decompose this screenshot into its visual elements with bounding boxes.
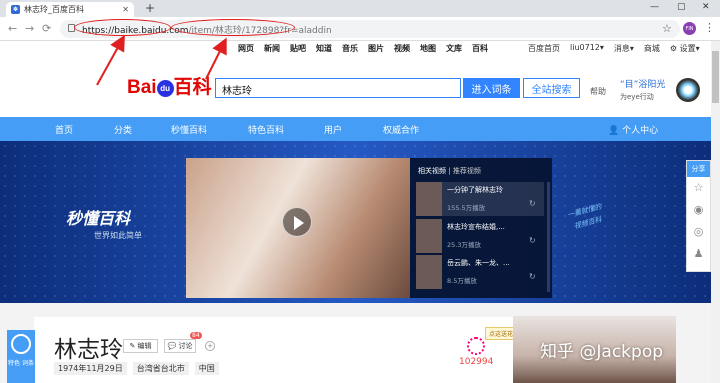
- profile-avatar[interactable]: FIN: [683, 22, 696, 35]
- page-scrollbar[interactable]: [711, 41, 720, 383]
- like-count: 102994: [459, 357, 494, 367]
- video-tabs: 相关视频 | 推荐视频: [418, 167, 481, 175]
- featured-entry-badge[interactable]: 特色 词条: [7, 330, 35, 383]
- maximize-button[interactable]: ▢: [677, 2, 686, 12]
- promo-link[interactable]: “目”浴阳光 为eye行动: [620, 79, 665, 103]
- miaodong-slogan: 世界如此简单: [94, 231, 142, 240]
- meta-country: 中国: [194, 362, 219, 375]
- link-zhidao[interactable]: 知道: [316, 43, 332, 54]
- nav-authority[interactable]: 权威合作: [383, 123, 419, 136]
- minimize-button[interactable]: —: [650, 2, 659, 12]
- replay-icon: ↻: [529, 236, 536, 245]
- link-web[interactable]: 网页: [238, 43, 254, 54]
- add-icon[interactable]: +: [205, 341, 215, 351]
- entry-meta: 1974年11月29日 台湾省台北市 中国: [54, 362, 219, 375]
- product-links: 网页 新闻 贴吧 知道 音乐 图片 视频 地图 文库 百科: [238, 43, 488, 54]
- paw-icon: ✽: [11, 5, 20, 14]
- feature-icon: [11, 334, 31, 354]
- zhihu-watermark: 知乎 @Jackpop: [540, 342, 664, 362]
- link-mall[interactable]: 商城: [644, 43, 660, 54]
- video-list-scrollbar[interactable]: [547, 182, 550, 292]
- close-window-button[interactable]: ✕: [702, 2, 710, 12]
- meta-birthday: 1974年11月29日: [54, 362, 127, 375]
- link-baike[interactable]: 百科: [472, 43, 488, 54]
- enter-entry-button[interactable]: 进入词条: [463, 78, 520, 98]
- link-map[interactable]: 地图: [420, 43, 436, 54]
- meta-birthplace: 台湾省台北市: [132, 362, 189, 375]
- browser-tab[interactable]: ✽ 林志玲_百度百科 ✕: [6, 2, 134, 17]
- settings-menu[interactable]: ⚙ 设置▾: [670, 43, 700, 54]
- tab-recommended-videos[interactable]: 推荐视频: [453, 167, 481, 175]
- tab-strip: ✽ 林志玲_百度百科 ✕ + — ▢ ✕: [0, 0, 720, 17]
- video-item[interactable]: 林志玲宣布结婚,... 25.3万播放 ↻: [416, 219, 544, 253]
- miaodong-logo: 秒懂百科: [66, 209, 131, 228]
- discuss-count-badge: 84: [190, 332, 202, 339]
- reload-icon[interactable]: ⟳: [42, 22, 51, 35]
- user-menu[interactable]: liu0712▾: [570, 43, 604, 54]
- annotation-circle-host: [74, 19, 171, 36]
- tab-related-videos[interactable]: 相关视频: [418, 167, 446, 175]
- site-search-button[interactable]: 全站搜索: [523, 78, 580, 98]
- link-tieba[interactable]: 贴吧: [290, 43, 306, 54]
- paw-icon: du: [156, 80, 174, 97]
- discuss-button[interactable]: 💬 讨论: [164, 339, 196, 353]
- search-input[interactable]: 林志玲: [215, 78, 461, 98]
- video-thumbnail: [416, 182, 442, 216]
- edit-button[interactable]: ✎ 编辑: [123, 339, 158, 353]
- user-links: 百度首页 liu0712▾ 消息▾ 商城 ⚙ 设置▾: [528, 43, 700, 54]
- flower-icon[interactable]: [467, 337, 485, 355]
- bookmark-star-icon[interactable]: ☆: [662, 22, 672, 35]
- nav-miaodong[interactable]: 秒懂百科: [171, 123, 207, 136]
- nav-category[interactable]: 分类: [114, 123, 132, 136]
- annotation-arrow-host: [96, 34, 125, 86]
- help-link[interactable]: 帮助: [590, 86, 606, 97]
- tab-title: 林志玲_百度百科: [24, 5, 84, 14]
- close-tab-icon[interactable]: ✕: [122, 5, 129, 14]
- link-baidu-home[interactable]: 百度首页: [528, 43, 560, 54]
- entry-title: 林志玲: [54, 337, 123, 363]
- qq-icon[interactable]: ♟: [687, 243, 710, 265]
- wechat-icon[interactable]: ◎: [687, 221, 710, 243]
- weibo-icon[interactable]: ◉: [687, 199, 710, 221]
- forward-icon[interactable]: →: [25, 22, 34, 35]
- share-sidebar: 分享 ☆ ◉ ◎ ♟: [686, 160, 711, 272]
- messages-menu[interactable]: 消息▾: [614, 43, 634, 54]
- annotation-circle-path: [171, 19, 295, 36]
- back-icon[interactable]: ←: [8, 22, 17, 35]
- new-tab-button[interactable]: +: [145, 1, 155, 15]
- share-header: 分享: [687, 161, 710, 177]
- nav-home[interactable]: 首页: [55, 123, 73, 136]
- link-news[interactable]: 新闻: [264, 43, 280, 54]
- main-nav: 首页 分类 秒懂百科 特色百科 用户 权威合作 👤 个人中心: [0, 117, 711, 141]
- baidu-baike-logo[interactable]: Bai du 百科: [127, 72, 212, 99]
- video-thumbnail: [416, 255, 442, 289]
- play-icon[interactable]: [282, 207, 312, 237]
- link-wenku[interactable]: 文库: [446, 43, 462, 54]
- nav-users[interactable]: 用户: [324, 123, 342, 136]
- link-music[interactable]: 音乐: [342, 43, 358, 54]
- eye-icon[interactable]: [676, 78, 700, 102]
- video-thumbnail: [416, 219, 442, 253]
- replay-icon: ↻: [529, 199, 536, 208]
- link-images[interactable]: 图片: [368, 43, 384, 54]
- scrollbar-thumb[interactable]: [712, 51, 719, 103]
- video-item[interactable]: 一分钟了解林志玲 155.5万播放 ↻: [416, 182, 544, 216]
- video-item[interactable]: 岳云鹏、朱一龙、... 8.5万播放 ↻: [416, 255, 544, 289]
- nav-featured[interactable]: 特色百科: [248, 123, 284, 136]
- star-icon[interactable]: ☆: [687, 177, 710, 199]
- link-video[interactable]: 视频: [394, 43, 410, 54]
- browser-menu-icon[interactable]: ⋮: [704, 21, 715, 34]
- nav-personal-center[interactable]: 👤 个人中心: [608, 123, 658, 136]
- replay-icon: ↻: [529, 272, 536, 281]
